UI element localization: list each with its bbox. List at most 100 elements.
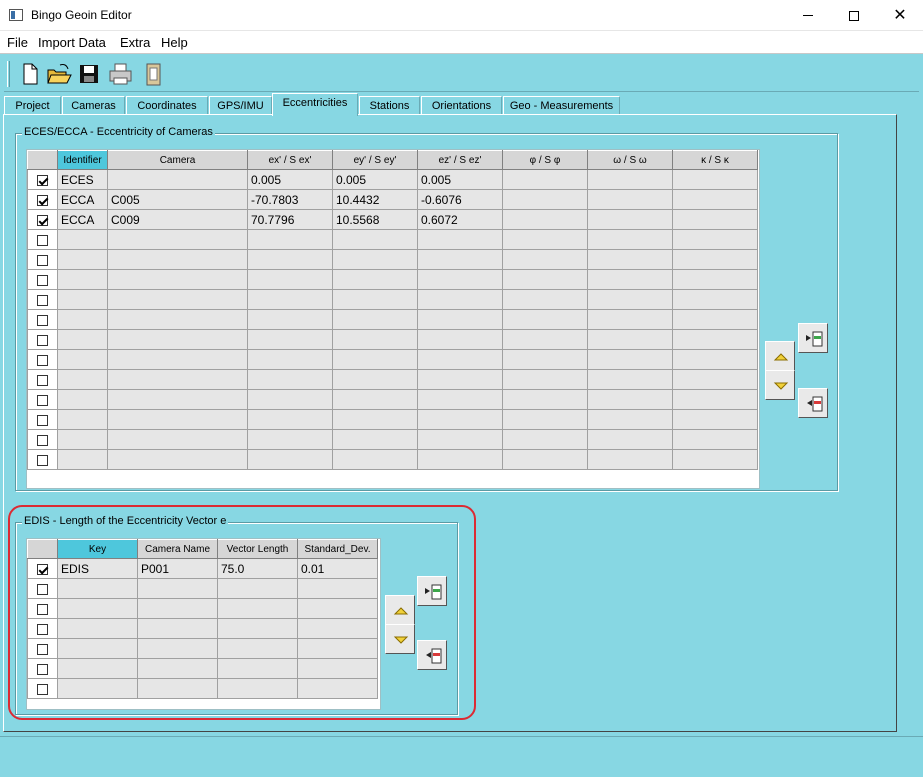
eces-cell[interactable] (502, 369, 588, 390)
new-file-button[interactable] (18, 61, 42, 87)
eces-cell[interactable] (417, 449, 503, 470)
eces-cell[interactable] (672, 229, 758, 250)
eces-cell[interactable] (57, 349, 108, 370)
eces-cell[interactable] (502, 309, 588, 330)
eces-cell[interactable] (247, 409, 333, 430)
eces-cell[interactable] (502, 229, 588, 250)
eces-cell[interactable] (502, 249, 588, 270)
eces-cell[interactable] (57, 369, 108, 390)
eces-cell[interactable] (587, 229, 673, 250)
tab-eccentricities[interactable]: Eccentricities (272, 93, 358, 116)
eces-cell[interactable] (107, 369, 248, 390)
eces-column-header[interactable]: ey' / S ey' (332, 150, 418, 170)
eces-row-checkbox[interactable] (37, 314, 48, 326)
eces-row-checkbox[interactable] (37, 354, 48, 366)
eces-cell[interactable] (502, 429, 588, 450)
eces-cell[interactable] (502, 349, 588, 370)
eces-cell[interactable] (57, 449, 108, 470)
tab-cameras[interactable]: Cameras (62, 96, 125, 115)
eces-cell[interactable] (247, 389, 333, 410)
eces-cell[interactable]: 0.005 (417, 169, 503, 190)
eces-cell[interactable] (587, 389, 673, 410)
eces-move-down-button[interactable] (765, 370, 795, 400)
eces-cell[interactable] (57, 309, 108, 330)
eces-cell[interactable] (672, 309, 758, 330)
print-button[interactable] (108, 61, 132, 87)
eces-cell[interactable] (417, 309, 503, 330)
tab-gps-imu[interactable]: GPS/IMU (209, 96, 272, 115)
eces-cell[interactable]: -0.6076 (417, 189, 503, 210)
menu-import-data[interactable]: Import Data (38, 35, 106, 50)
eces-cell[interactable] (57, 389, 108, 410)
eces-cell[interactable] (247, 349, 333, 370)
eces-cell[interactable] (332, 429, 418, 450)
close-button[interactable]: ✕ (877, 0, 923, 31)
eces-cell[interactable] (107, 429, 248, 450)
eces-row-checkbox[interactable] (37, 174, 48, 186)
eces-cell[interactable] (247, 229, 333, 250)
eces-row-checkbox[interactable] (37, 374, 48, 386)
eces-cell[interactable] (672, 209, 758, 230)
eces-cell[interactable] (417, 369, 503, 390)
eces-column-header[interactable]: κ / S κ (672, 150, 758, 170)
eces-cell[interactable] (672, 449, 758, 470)
eces-cell[interactable] (672, 429, 758, 450)
eces-cell[interactable] (107, 409, 248, 430)
eces-delete-row-button[interactable] (798, 388, 828, 418)
eces-cell[interactable] (417, 429, 503, 450)
eces-cell[interactable] (502, 269, 588, 290)
eces-cell[interactable]: 0.005 (332, 169, 418, 190)
eces-cell[interactable] (502, 389, 588, 410)
eces-cell[interactable] (587, 409, 673, 430)
eces-cell[interactable] (247, 329, 333, 350)
eces-cell[interactable] (502, 449, 588, 470)
eces-cell[interactable] (502, 209, 588, 230)
eces-grid[interactable]: Identifier Camera ex' / S ex' ey' / S ey' ez… (26, 149, 760, 489)
save-button[interactable] (77, 61, 101, 87)
eces-column-header[interactable]: ex' / S ex' (247, 150, 333, 170)
eces-cell[interactable] (57, 249, 108, 270)
eces-cell[interactable]: ECCA (57, 189, 108, 210)
eces-cell[interactable] (107, 249, 248, 270)
eces-table-row[interactable]: ECCA C009 70.7796 10.5568 0.6072 (27, 209, 758, 230)
eces-cell[interactable] (672, 249, 758, 270)
eces-cell[interactable] (587, 369, 673, 390)
eces-row-checkbox[interactable] (37, 194, 48, 206)
eces-cell[interactable] (587, 289, 673, 310)
tab-stations[interactable]: Stations (359, 96, 420, 115)
eces-cell[interactable]: 10.5568 (332, 209, 418, 230)
eces-cell[interactable] (502, 189, 588, 210)
eces-table-row[interactable] (27, 349, 758, 370)
eces-cell[interactable]: 10.4432 (332, 189, 418, 210)
eces-cell[interactable] (107, 449, 248, 470)
eces-cell[interactable] (247, 289, 333, 310)
eces-table-row[interactable]: ECCA C005 -70.7803 10.4432 -0.6076 (27, 189, 758, 210)
eces-cell[interactable] (587, 449, 673, 470)
eces-table-row[interactable] (27, 449, 758, 470)
eces-cell[interactable] (672, 389, 758, 410)
eces-column-header[interactable]: ez' / S ez' (417, 150, 503, 170)
eces-cell[interactable] (57, 429, 108, 450)
eces-cell[interactable] (57, 329, 108, 350)
eces-cell[interactable] (672, 329, 758, 350)
eces-cell[interactable] (107, 309, 248, 330)
eces-cell[interactable] (672, 169, 758, 190)
eces-column-header[interactable]: φ / S φ (502, 150, 588, 170)
eces-cell[interactable] (247, 449, 333, 470)
eces-column-header[interactable]: ω / S ω (587, 150, 673, 170)
eces-cell[interactable] (57, 409, 108, 430)
eces-cell[interactable] (332, 269, 418, 290)
eces-cell[interactable] (247, 269, 333, 290)
eces-cell[interactable] (417, 349, 503, 370)
eces-cell[interactable] (587, 349, 673, 370)
eces-cell[interactable] (107, 229, 248, 250)
eces-cell[interactable] (502, 329, 588, 350)
eces-cell[interactable] (417, 269, 503, 290)
eces-table-row[interactable] (27, 249, 758, 270)
menu-file[interactable]: File (7, 35, 28, 50)
eces-cell[interactable] (417, 389, 503, 410)
eces-cell[interactable]: -70.7803 (247, 189, 333, 210)
eces-column-header[interactable]: Camera (107, 150, 248, 170)
toolbar-grip[interactable] (7, 61, 10, 87)
eces-cell[interactable] (332, 329, 418, 350)
